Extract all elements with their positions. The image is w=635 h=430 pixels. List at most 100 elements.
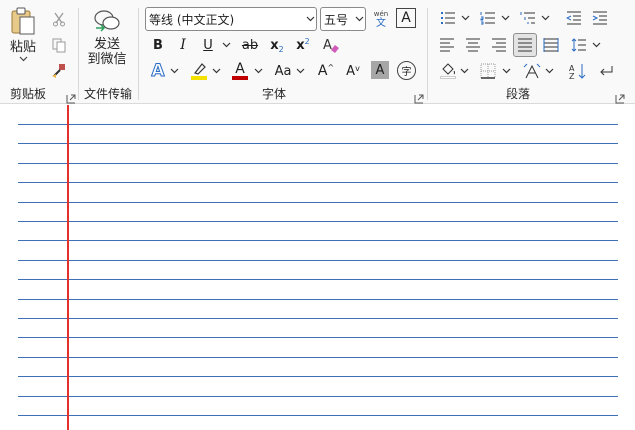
chinese-layout-icon [523,63,541,79]
copy-button[interactable] [48,34,70,56]
strikethrough-label: ab [241,37,259,53]
borders-button[interactable] [477,60,499,82]
subscript-button[interactable]: x 2 [266,34,288,56]
ruled-line [18,182,618,184]
caret-down-icon: v [355,63,360,73]
superscript-button[interactable]: x 2 [292,34,314,56]
change-case-button[interactable]: Aa [270,60,296,82]
clipboard-launcher-icon[interactable] [66,89,76,104]
paragraph-mark-icon [598,64,614,78]
character-border-letter: A [401,10,411,26]
cut-button[interactable] [48,8,70,30]
send-to-wechat-button[interactable]: 发送 到微信 [84,8,130,78]
numbering-dropdown[interactable] [501,7,510,29]
enclose-characters-label: 字 [401,67,412,78]
text-effects-dropdown[interactable] [170,60,179,82]
phonetic-bottom: 文 [376,17,386,29]
font-size-select[interactable]: 五号 [320,7,366,31]
shading-color-bar [440,76,456,79]
grow-font-button[interactable]: A ^ [315,60,337,82]
chevron-down-icon [304,16,316,22]
margin-line [67,105,69,430]
ruled-line [18,259,618,261]
highlight-button[interactable] [188,60,210,82]
bullets-dropdown[interactable] [461,7,470,29]
multilevel-list-dropdown[interactable] [541,7,550,29]
increase-indent-button[interactable] [589,7,611,29]
text-effects-label: A [151,61,165,82]
text-effects-button[interactable]: A [147,60,169,82]
distributed-button[interactable] [540,34,562,56]
highlight-dropdown[interactable] [212,60,221,82]
font-color-dropdown[interactable] [254,60,263,82]
align-left-button[interactable] [436,34,458,56]
shading-button[interactable] [437,60,459,82]
sort-button[interactable]: AZ [567,59,589,83]
separator [427,8,428,100]
document-page[interactable] [0,105,635,430]
decrease-indent-button[interactable] [563,7,585,29]
paragraph-launcher-icon[interactable] [615,89,625,104]
ruled-line [18,298,618,300]
numbered-list-icon [480,11,496,25]
align-center-icon [465,38,481,52]
clipboard-group-label: 剪贴板 [10,87,47,101]
ruled-line [18,356,618,358]
borders-dropdown[interactable] [502,60,511,82]
clear-formatting-icon: A [322,36,340,54]
strikethrough-button[interactable]: ab [238,34,262,56]
line-spacing-dropdown[interactable] [592,34,601,56]
multilevel-list-button[interactable] [517,7,539,29]
character-border-button[interactable]: A [396,8,416,28]
chinese-layout-dropdown[interactable] [545,60,554,82]
align-right-button[interactable] [488,34,510,56]
format-painter-button[interactable] [48,60,70,82]
highlight-color-bar [191,76,207,80]
ruled-line [18,221,618,222]
shrink-font-button[interactable]: A v [342,60,364,82]
bullet-list-icon [440,11,456,25]
align-center-button[interactable] [462,34,484,56]
ruled-line [18,124,618,125]
ruled-line [18,279,618,281]
phonetic-guide-button[interactable]: wén 文 [370,6,392,32]
show-paragraph-marks-button[interactable] [595,60,617,82]
numbering-button[interactable] [477,7,499,29]
underline-dropdown[interactable] [222,34,231,56]
character-shading-button[interactable]: A [371,61,389,79]
font-color-button[interactable]: A [229,60,251,82]
sort-icon: AZ [569,62,587,80]
ruled-line [18,337,618,339]
font-name-select[interactable]: 等线 (中文正文) [145,7,317,31]
character-shading-label: A [375,62,385,78]
subscript-base: x [270,37,279,53]
font-size-value: 五号 [324,12,349,27]
superscript-base: x [296,37,305,53]
bullets-button[interactable] [437,7,459,29]
ruled-line [18,395,618,397]
ruled-line [18,240,618,242]
wechat-icon [93,8,121,34]
highlighter-icon [191,62,207,76]
font-launcher-icon[interactable] [414,89,424,104]
file-transfer-group-label: 文件传输 [84,87,133,101]
line-spacing-button[interactable] [568,34,590,56]
enclose-characters-button[interactable]: 字 [397,61,416,80]
underline-label: U [203,37,213,53]
bold-label: B [153,37,163,53]
chinese-layout-button[interactable] [520,60,544,82]
borders-icon [480,63,496,79]
bold-button[interactable]: B [147,34,169,56]
change-case-dropdown[interactable] [296,60,305,82]
paste-button[interactable]: 粘贴 [4,6,42,78]
ruled-line [18,415,618,416]
shading-dropdown[interactable] [460,60,469,82]
grow-font-label: A [317,63,328,79]
font-name-value: 等线 (中文正文) [149,12,235,27]
italic-button[interactable]: I [172,34,194,56]
justify-button[interactable] [513,33,537,57]
align-left-icon [439,38,455,52]
underline-button[interactable]: U [197,34,219,56]
clear-formatting-button[interactable]: A [320,34,342,56]
multilevel-list-icon [520,11,536,25]
